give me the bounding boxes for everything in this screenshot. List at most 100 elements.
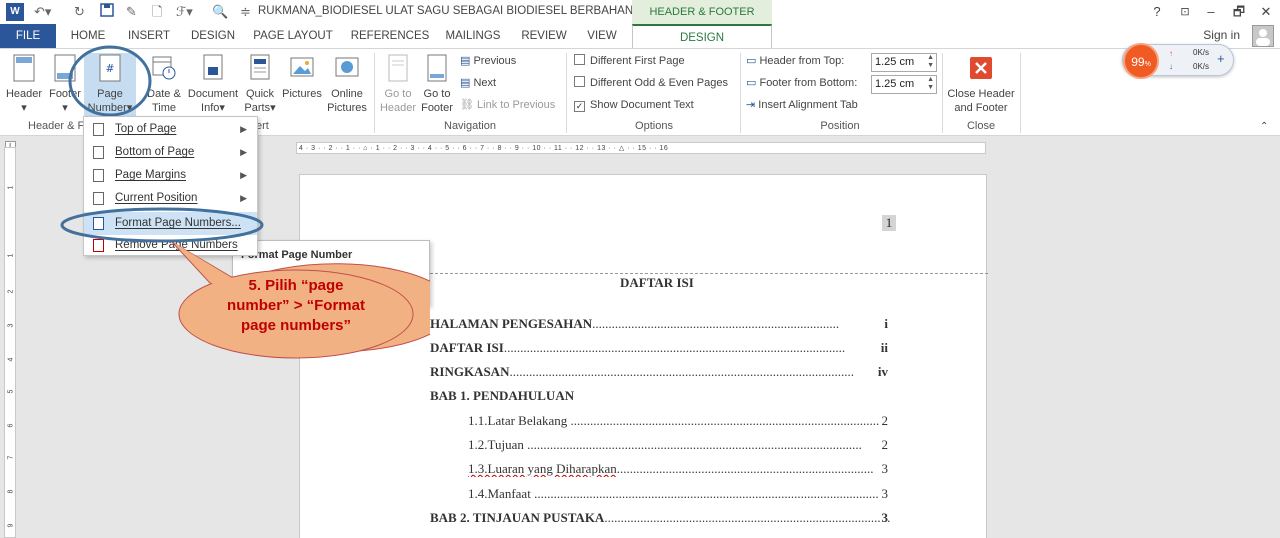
header-from-top-stepper[interactable]: 1.25 cm ▲ ▼ — [871, 53, 937, 72]
vruler-mark: 4 — [7, 357, 15, 362]
toc-entry[interactable]: 1.3.Luaran yang Diharapkan..............… — [468, 461, 890, 477]
toc-entry-text: 1.1.Latar Belakang — [468, 413, 568, 428]
footer-from-bottom-stepper[interactable]: 1.25 cm ▲ ▼ — [871, 75, 937, 94]
different-odd-even-checkbox[interactable]: Different Odd & Even Pages — [574, 75, 728, 91]
goto-footer-button[interactable]: Go to Footer — [418, 53, 456, 115]
restore-button[interactable]: 🗗 — [1228, 2, 1250, 22]
menu-item-page-margins[interactable]: Page Margins ▶ — [84, 164, 257, 187]
vruler-mark: 5 — [7, 389, 15, 394]
header-label: Header — [5, 88, 43, 100]
print-preview-icon[interactable]: 🔍 — [212, 3, 228, 21]
submenu-arrow-icon: ▶ — [240, 147, 247, 157]
goto-header-button[interactable]: Go to Header — [378, 53, 418, 115]
new-doc-icon[interactable]: 🗋 — [152, 3, 162, 21]
group-label-close: Close — [966, 120, 996, 132]
previous-button[interactable]: ▤ Previous — [460, 53, 516, 69]
expand-widget-icon[interactable]: + — [1217, 51, 1225, 66]
format-painter-icon[interactable]: ℱ▾ — [176, 3, 193, 21]
toc-entry[interactable]: 1.1.Latar Belakang .....................… — [468, 413, 890, 429]
vruler-mark: 2 — [7, 289, 15, 294]
group-label-navigation: Navigation — [444, 120, 496, 132]
toc-entry-page: 2 — [879, 437, 888, 453]
show-document-text-checkbox[interactable]: ✓ Show Document Text — [574, 97, 694, 113]
tab-references[interactable]: REFERENCES — [350, 24, 430, 48]
link-to-previous-button[interactable]: ⛓ Link to Previous — [460, 97, 555, 113]
save-icon[interactable] — [100, 3, 114, 21]
horizontal-ruler[interactable]: 4 · 3 · · 2 · · 1 · · ⌂ · 1 · · 2 · · 3 … — [296, 142, 986, 154]
toc-entry-page: 3 — [879, 486, 888, 502]
quick-parts-button[interactable]: Quick Parts▾ — [242, 53, 278, 115]
minimize-button[interactable]: – — [1200, 2, 1222, 22]
collapse-ribbon-icon[interactable]: ⌃ — [1260, 119, 1268, 135]
group-divider — [740, 53, 741, 133]
tab-header-footer-design[interactable]: DESIGN — [632, 24, 772, 48]
toc-entry[interactable]: BAB 2. TINJAUAN PUSTAKA.................… — [430, 510, 890, 526]
tab-design[interactable]: DESIGN — [186, 24, 240, 48]
sign-in-link[interactable]: Sign in — [1203, 28, 1240, 42]
ribbon-display-button[interactable]: ⊡ — [1174, 2, 1196, 22]
vertical-ruler[interactable]: 1 1 2 3 4 5 6 7 8 9 — [4, 147, 16, 538]
toc-entry[interactable]: 1.2.Tujuan .............................… — [468, 437, 890, 453]
close-header-footer-button[interactable]: Close Header and Footer — [944, 53, 1018, 115]
vruler-mark: 1 — [7, 253, 15, 258]
tab-page-layout[interactable]: PAGE LAYOUT — [252, 24, 334, 48]
goto-header-icon — [388, 54, 408, 82]
link-icon: ⛓ — [460, 99, 474, 111]
toc-entry-page: 2 — [879, 413, 888, 429]
tab-mailings[interactable]: MAILINGS — [442, 24, 504, 48]
tab-review[interactable]: REVIEW — [518, 24, 570, 48]
goto-header-label: Go to — [384, 88, 412, 100]
download-arrow-icon: ↓ — [1169, 62, 1173, 71]
header-page-number[interactable]: 1 — [882, 215, 896, 231]
next-button[interactable]: ▤ Next — [460, 75, 496, 91]
header-from-top-value: 1.25 cm — [875, 56, 915, 68]
undo-icon[interactable]: ↶▾ — [34, 3, 51, 21]
toc-entry[interactable]: 1.4.Manfaat ............................… — [468, 486, 890, 502]
context-tools-label: HEADER & FOOTER TOOLS — [632, 0, 772, 42]
spin-arrows-icon[interactable]: ▲ ▼ — [927, 76, 934, 92]
avatar[interactable] — [1252, 25, 1274, 47]
menu-item-top-of-page[interactable]: Top of Page ▶ — [84, 118, 257, 141]
toc-dots: ........................................… — [604, 510, 890, 525]
different-first-page-checkbox[interactable]: Different First Page — [574, 53, 685, 69]
close-x-icon — [970, 57, 992, 79]
toc-entry[interactable]: RINGKASAN...............................… — [430, 364, 890, 380]
toc-entry-page: iv — [871, 364, 888, 380]
toc-entry-text: BAB 2. TINJAUAN PUSTAKA — [430, 510, 605, 525]
insert-alignment-tab-label: Insert Alignment Tab — [758, 99, 858, 111]
group-label-insert: ert — [256, 120, 269, 132]
edit-icon[interactable]: ✎ — [126, 3, 137, 21]
pictures-button[interactable]: Pictures — [280, 53, 324, 101]
document-info-button[interactable]: Document Info▾ — [184, 53, 242, 115]
next-icon: ▤ — [460, 77, 471, 89]
menu-item-label: Page Margins — [115, 169, 186, 181]
show-document-text-label: Show Document Text — [590, 99, 694, 111]
vruler-mark: 3 — [7, 323, 15, 328]
word-window: W ↶▾ ↻ ✎ 🗋 ℱ▾ 🔍 ≑ RUKMANA_BIODIESEL ULAT… — [0, 0, 1280, 538]
toc-entry[interactable]: HALAMAN PENGESAHAN......................… — [430, 316, 890, 332]
customize-qat-icon[interactable]: ≑ — [240, 3, 251, 21]
group-divider — [374, 53, 375, 133]
menu-item-bottom-of-page[interactable]: Bottom of Page ▶ — [84, 141, 257, 164]
header-button[interactable]: Header ▾ — [4, 53, 44, 115]
tab-file[interactable]: FILE — [0, 24, 56, 48]
footer-from-bottom-value: 1.25 cm — [875, 78, 915, 90]
close-window-button[interactable]: ✕ — [1255, 2, 1277, 22]
vruler-mark: 7 — [7, 455, 15, 460]
toc-entry-text: 1.4.Manfaat — [468, 486, 531, 501]
spin-arrows-icon[interactable]: ▲ ▼ — [927, 54, 934, 70]
group-label-position: Position — [820, 120, 860, 132]
redo-icon[interactable]: ↻ — [74, 3, 85, 21]
menu-item-label: Bottom of Page — [115, 146, 195, 158]
toc-entry[interactable]: BAB 1. PENDAHULUAN — [430, 388, 574, 404]
quick-parts-icon — [250, 54, 270, 80]
help-button[interactable]: ? — [1146, 2, 1168, 22]
toc-dots: ........................................… — [503, 340, 846, 355]
tab-view[interactable]: VIEW — [582, 24, 622, 48]
goto-header-label-2: Header — [379, 102, 417, 114]
online-pictures-button[interactable]: Online Pictures — [324, 53, 370, 115]
insert-alignment-tab-button[interactable]: ⇥ Insert Alignment Tab — [746, 97, 858, 113]
toc-entry[interactable]: DAFTAR ISI..............................… — [430, 340, 890, 356]
toc-entry-text: 1.3.Luaran yang Diharapkan — [468, 461, 617, 476]
link-previous-label: Link to Previous — [477, 99, 556, 111]
